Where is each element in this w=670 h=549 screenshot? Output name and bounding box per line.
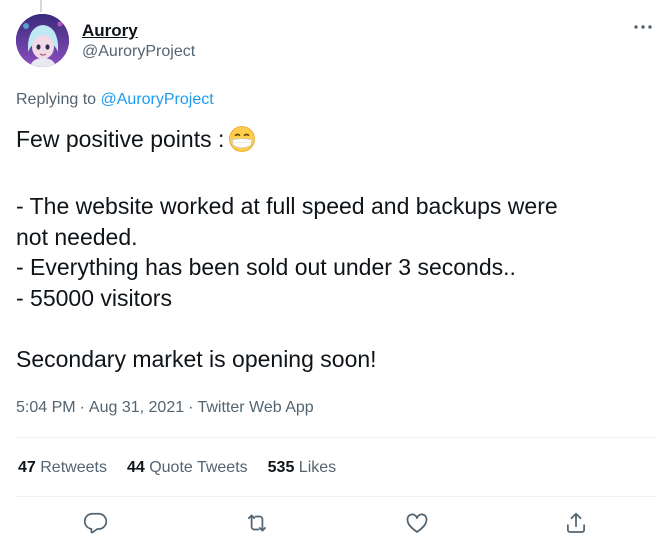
tweet-stats: 47 Retweets 44 Quote Tweets 535 Likes xyxy=(18,458,356,478)
tweet-time[interactable]: 5:04 PM xyxy=(16,399,76,416)
replying-to: Replying to @AuroryProject xyxy=(16,90,214,110)
tweet-text-line: Few positive points : xyxy=(16,124,656,161)
likes-label: Likes xyxy=(298,459,337,476)
retweets-count: 47 xyxy=(18,459,36,476)
face-with-medical-mask-icon xyxy=(228,125,256,161)
reply-icon[interactable] xyxy=(83,510,109,536)
tweet-source[interactable]: Twitter Web App xyxy=(197,399,313,416)
meta-separator: · xyxy=(79,399,85,416)
like-icon[interactable] xyxy=(404,510,430,536)
author-handle[interactable]: @AuroryProject xyxy=(82,42,195,62)
replying-to-mention[interactable]: @AuroryProject xyxy=(101,91,214,108)
divider xyxy=(16,496,656,497)
share-icon[interactable] xyxy=(563,510,589,536)
likes-count: 535 xyxy=(267,459,295,476)
tweet-text-line: not needed. xyxy=(16,223,138,250)
divider xyxy=(16,437,656,438)
meta-separator: · xyxy=(188,399,194,416)
retweets-label: Retweets xyxy=(40,459,107,476)
tweet-text-line: Secondary market is opening soon! xyxy=(16,345,377,372)
tweet-meta: 5:04 PM · Aug 31, 2021 · Twitter Web App xyxy=(16,398,314,418)
tweet-text: Few positive points : - The website work… xyxy=(16,124,656,374)
replying-to-prefix: Replying to xyxy=(16,91,97,108)
tweet-text-line: - The website worked at full speed and b… xyxy=(16,193,558,219)
quote-tweets-label: Quote Tweets xyxy=(149,459,248,476)
quote-tweets-stat[interactable]: 44 Quote Tweets xyxy=(127,458,248,478)
tweet-header: Aurory @AuroryProject xyxy=(16,14,654,72)
avatar-image xyxy=(16,14,69,67)
tweet-actions xyxy=(0,510,670,538)
quote-tweets-count: 44 xyxy=(126,459,145,476)
tweet-date[interactable]: Aug 31, 2021 xyxy=(89,399,184,416)
tweet-text-segment: Few positive points : xyxy=(16,126,225,152)
avatar[interactable] xyxy=(16,14,69,67)
author-display-name[interactable]: Aurory xyxy=(82,21,195,41)
retweet-icon[interactable] xyxy=(244,510,270,536)
thread-connector-line xyxy=(40,0,42,12)
tweet-text-line: - 55000 visitors xyxy=(16,284,172,311)
user-info: Aurory @AuroryProject xyxy=(82,21,195,62)
tweet-text-line: - Everything has been sold out under 3 s… xyxy=(16,254,516,280)
more-options-icon[interactable] xyxy=(632,18,654,36)
likes-stat[interactable]: 535 Likes xyxy=(268,458,337,478)
retweets-stat[interactable]: 47 Retweets xyxy=(18,458,107,478)
